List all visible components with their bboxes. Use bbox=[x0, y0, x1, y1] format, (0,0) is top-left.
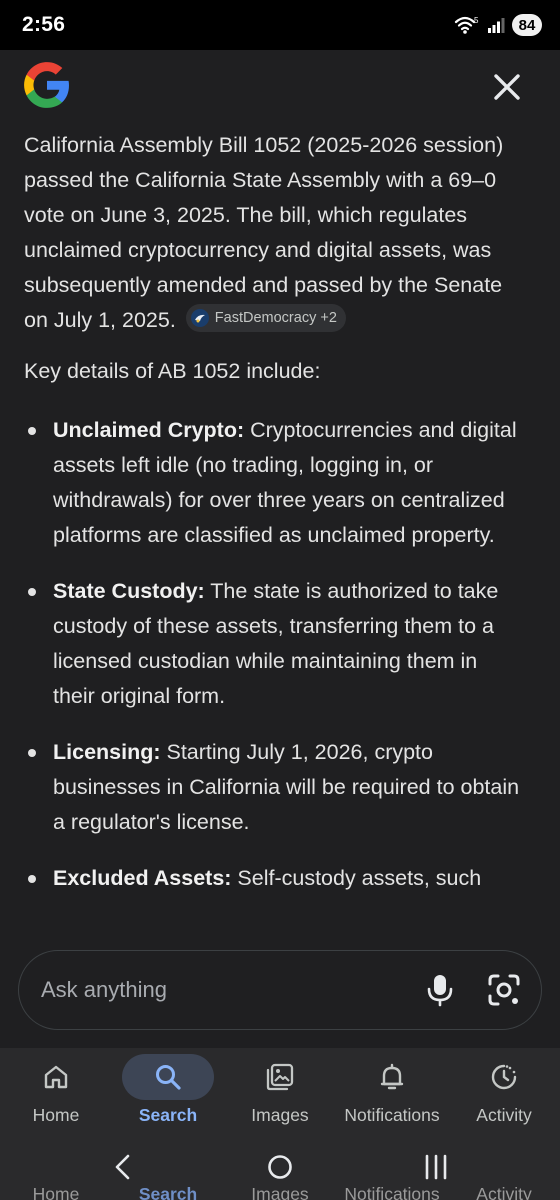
nav-label: Home bbox=[32, 1105, 80, 1125]
list-item: Licensing: Starting July 1, 2026, crypto… bbox=[24, 735, 524, 840]
ghost-label: Notifications bbox=[344, 1184, 440, 1200]
bottom-nav: Home Search Images Notifications Activit… bbox=[0, 1048, 560, 1140]
bell-icon bbox=[380, 1063, 404, 1090]
source-chip-label: FastDemocracy +2 bbox=[214, 310, 337, 326]
detail-text: Self-custody assets, such bbox=[231, 866, 482, 890]
back-icon[interactable] bbox=[108, 1152, 138, 1182]
key-details-list: Unclaimed Crypto: Cryptocurrencies and d… bbox=[24, 413, 524, 896]
nav-images[interactable]: Images bbox=[224, 1048, 336, 1140]
signal-icon bbox=[487, 16, 505, 34]
status-time: 2:56 bbox=[22, 13, 66, 36]
list-item: Unclaimed Crypto: Cryptocurrencies and d… bbox=[24, 413, 524, 553]
bullet-icon bbox=[28, 588, 36, 596]
nav-search[interactable]: Search bbox=[112, 1048, 224, 1140]
key-details-intro: Key details of AB 1052 include: bbox=[24, 359, 321, 383]
nav-activity[interactable]: Activity bbox=[448, 1048, 560, 1140]
mic-icon[interactable] bbox=[425, 973, 455, 1007]
home-circle-icon[interactable] bbox=[265, 1152, 295, 1182]
ghost-label: Home bbox=[32, 1184, 80, 1200]
detail-term: Licensing: bbox=[53, 740, 161, 764]
answer-intro: California Assembly Bill 1052 (2025-2026… bbox=[24, 128, 524, 338]
status-icons: 5 84 bbox=[454, 14, 542, 36]
activity-icon bbox=[491, 1064, 517, 1090]
ghost-label: Activity bbox=[476, 1184, 532, 1200]
nav-home-icon-wrap bbox=[10, 1054, 102, 1100]
nav-label: Activity bbox=[476, 1105, 532, 1125]
list-item: Excluded Assets: Self-custody assets, su… bbox=[24, 861, 524, 896]
detail-term: State Custody: bbox=[53, 579, 205, 603]
ghost-label: Images bbox=[251, 1184, 309, 1200]
detail-term: Excluded Assets: bbox=[53, 866, 232, 890]
home-icon bbox=[44, 1065, 68, 1089]
nav-search-icon-wrap bbox=[122, 1054, 214, 1100]
nav-label: Search bbox=[138, 1105, 198, 1125]
nav-images-icon-wrap bbox=[234, 1054, 326, 1100]
nav-notifications[interactable]: Notifications bbox=[336, 1048, 448, 1140]
ghost-label: Search bbox=[138, 1184, 198, 1200]
battery-indicator: 84 bbox=[512, 14, 542, 36]
screen: 2:56 5 84 California Assembly Bill 1052 … bbox=[0, 0, 560, 1200]
bullet-icon bbox=[28, 427, 36, 435]
nav-label: Images bbox=[251, 1105, 309, 1125]
answer-intro-text: California Assembly Bill 1052 (2025-2026… bbox=[24, 133, 504, 332]
wifi-icon: 5 bbox=[454, 15, 480, 35]
nav-activity-icon-wrap bbox=[458, 1054, 550, 1100]
images-icon bbox=[266, 1063, 294, 1091]
ghost-nav-labels: Home Search Images Notifications Activit… bbox=[0, 1184, 560, 1200]
bullet-icon bbox=[28, 875, 36, 883]
source-favicon-icon bbox=[190, 309, 209, 327]
nav-label: Notifications bbox=[344, 1105, 440, 1125]
wifi-label: 5 bbox=[474, 16, 479, 25]
nav-notifications-icon-wrap bbox=[346, 1054, 438, 1100]
content-fade bbox=[0, 905, 560, 955]
source-chip[interactable]: FastDemocracy +2 bbox=[185, 304, 346, 332]
status-bar: 2:56 5 84 bbox=[0, 0, 560, 50]
recents-icon[interactable] bbox=[421, 1152, 451, 1182]
list-item: State Custody: The state is authorized t… bbox=[24, 574, 524, 714]
lens-icon[interactable] bbox=[487, 973, 521, 1007]
bullet-icon bbox=[28, 749, 36, 757]
close-icon[interactable] bbox=[490, 70, 524, 104]
nav-home[interactable]: Home bbox=[0, 1048, 112, 1140]
top-bar bbox=[0, 50, 560, 126]
search-icon bbox=[156, 1065, 181, 1090]
ai-answer: California Assembly Bill 1052 (2025-2026… bbox=[24, 128, 524, 917]
ask-input[interactable] bbox=[41, 977, 425, 1003]
google-g-logo bbox=[24, 62, 69, 108]
ask-bar[interactable] bbox=[18, 950, 542, 1030]
detail-term: Unclaimed Crypto: bbox=[53, 418, 245, 442]
system-nav-bar: Home Search Images Notifications Activit… bbox=[0, 1140, 560, 1200]
